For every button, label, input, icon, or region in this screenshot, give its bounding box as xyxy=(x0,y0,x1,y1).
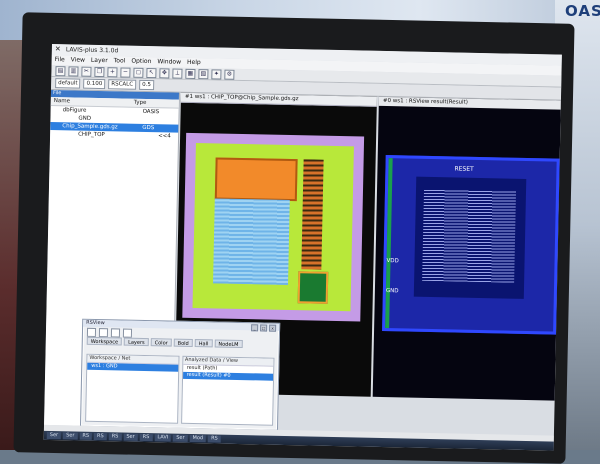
green-edge xyxy=(385,158,393,328)
taskbar-item[interactable]: RS xyxy=(79,433,92,440)
chip-layout xyxy=(182,133,364,322)
workspace-item[interactable]: ws1 : GND xyxy=(87,363,178,372)
tab-layers[interactable]: Layers xyxy=(124,338,149,347)
fit-icon[interactable]: ◻ xyxy=(133,67,143,77)
probe-icon[interactable]: ✦ xyxy=(211,69,221,79)
taskbar-item[interactable]: Ser xyxy=(63,432,77,439)
menu-file[interactable]: File xyxy=(55,55,65,65)
layer-select[interactable]: default xyxy=(55,78,81,89)
menu-tool[interactable]: Tool xyxy=(114,56,126,66)
layers-icon[interactable]: ▧ xyxy=(198,69,208,79)
tree-row-name: CHIP_TOP xyxy=(50,130,158,140)
save-icon[interactable]: ▥ xyxy=(68,66,78,76)
blue-region xyxy=(213,198,290,285)
rsview-chip: RESET VDD GND xyxy=(382,155,560,335)
select-icon[interactable]: ↖ xyxy=(146,67,156,77)
tab-bold[interactable]: Bold xyxy=(174,339,193,347)
menu-option[interactable]: Option xyxy=(131,57,151,67)
rsview-lines xyxy=(422,189,516,283)
tab-workspace[interactable]: Workspace xyxy=(87,337,123,346)
grid-icon[interactable]: ▦ xyxy=(185,68,195,78)
monitor-screen: ✕ LAVIS-plus 3.1.0d File View Layer Tool… xyxy=(44,44,562,451)
layout-view-2[interactable]: #0 ws1 : RSView result(Result) RESET VDD… xyxy=(373,97,561,401)
ruler-icon[interactable]: ⟂ xyxy=(172,68,182,78)
tab-color[interactable]: Color xyxy=(151,338,172,346)
dialog-tool-icon[interactable] xyxy=(111,328,120,337)
taskbar-item[interactable]: RS xyxy=(140,434,153,441)
tab-nodelm[interactable]: NodeLM xyxy=(214,339,242,348)
orange-strip xyxy=(301,159,323,269)
maximize-icon[interactable]: □ xyxy=(260,324,267,331)
minimize-icon[interactable]: _ xyxy=(251,324,258,331)
dialog-window-buttons: _ □ x xyxy=(251,324,276,332)
tree-row-type: GDS xyxy=(142,124,154,132)
workspace-area: File Name Type dbFigure OASIS GND Chip_S… xyxy=(44,90,561,436)
menu-help[interactable]: Help xyxy=(187,58,201,68)
zoom-field[interactable]: 0.100 xyxy=(83,79,105,89)
analyzed-item-selected[interactable]: result (Result) #0 xyxy=(183,372,274,381)
taskbar-item[interactable]: Mod xyxy=(189,435,206,442)
green-block xyxy=(298,271,329,304)
menu-layer[interactable]: Layer xyxy=(91,56,108,66)
close-icon[interactable]: x xyxy=(269,325,276,332)
tree-row-type: <<4 xyxy=(158,132,171,140)
open-icon[interactable]: ▤ xyxy=(55,66,65,76)
app-icon: ✕ xyxy=(55,46,61,53)
dialog-tool-icon[interactable] xyxy=(87,327,96,336)
taskbar-item[interactable]: RS xyxy=(94,433,107,440)
label-reset: RESET xyxy=(454,165,473,172)
tab-hall[interactable]: Hall xyxy=(195,339,213,347)
taskbar-item[interactable]: RS xyxy=(109,433,122,440)
taskbar-item[interactable]: LAVI xyxy=(154,434,171,441)
rsview-dialog: RSView _ □ x Workspace Layers Color Bold… xyxy=(80,319,280,431)
window-title: LAVIS-plus 3.1.0d xyxy=(66,46,119,54)
tree-row[interactable]: CHIP_TOP <<4 xyxy=(50,130,178,141)
value-select[interactable]: 0.5 xyxy=(139,80,154,90)
settings-icon[interactable]: ⚙ xyxy=(224,69,234,79)
zoom-out-icon[interactable]: − xyxy=(120,67,130,77)
pan-icon[interactable]: ✥ xyxy=(159,68,169,78)
col-type: Type xyxy=(134,99,147,107)
taskbar-item[interactable]: Ser xyxy=(47,432,61,439)
oasis-logo: OAS xyxy=(565,2,600,20)
menu-view[interactable]: View xyxy=(71,55,85,65)
dialog-title: RSView xyxy=(86,320,105,326)
label-vdd: VDD xyxy=(386,258,398,264)
dialog-tool-icon[interactable] xyxy=(123,328,132,337)
menu-window[interactable]: Window xyxy=(157,57,181,67)
taskbar-item[interactable]: Ser xyxy=(123,434,137,441)
cut-icon[interactable]: ✂ xyxy=(81,66,91,76)
workspace-pane: Workspace / Net ws1 : GND xyxy=(85,354,179,424)
rscalc-button[interactable]: RSCALC xyxy=(108,79,136,90)
label-gnd: GND xyxy=(386,288,399,294)
dialog-tool-icon[interactable] xyxy=(99,328,108,337)
taskbar-item[interactable]: RS xyxy=(208,435,221,442)
analyzed-pane: Analyzed Data / View result (Path) resul… xyxy=(181,356,275,426)
dialog-body: Workspace / Net ws1 : GND Analyzed Data … xyxy=(85,354,274,426)
copy-icon[interactable]: ❐ xyxy=(94,66,104,76)
orange-block xyxy=(215,157,298,201)
zoom-in-icon[interactable]: + xyxy=(107,67,117,77)
taskbar-item[interactable]: Ser xyxy=(173,435,187,442)
